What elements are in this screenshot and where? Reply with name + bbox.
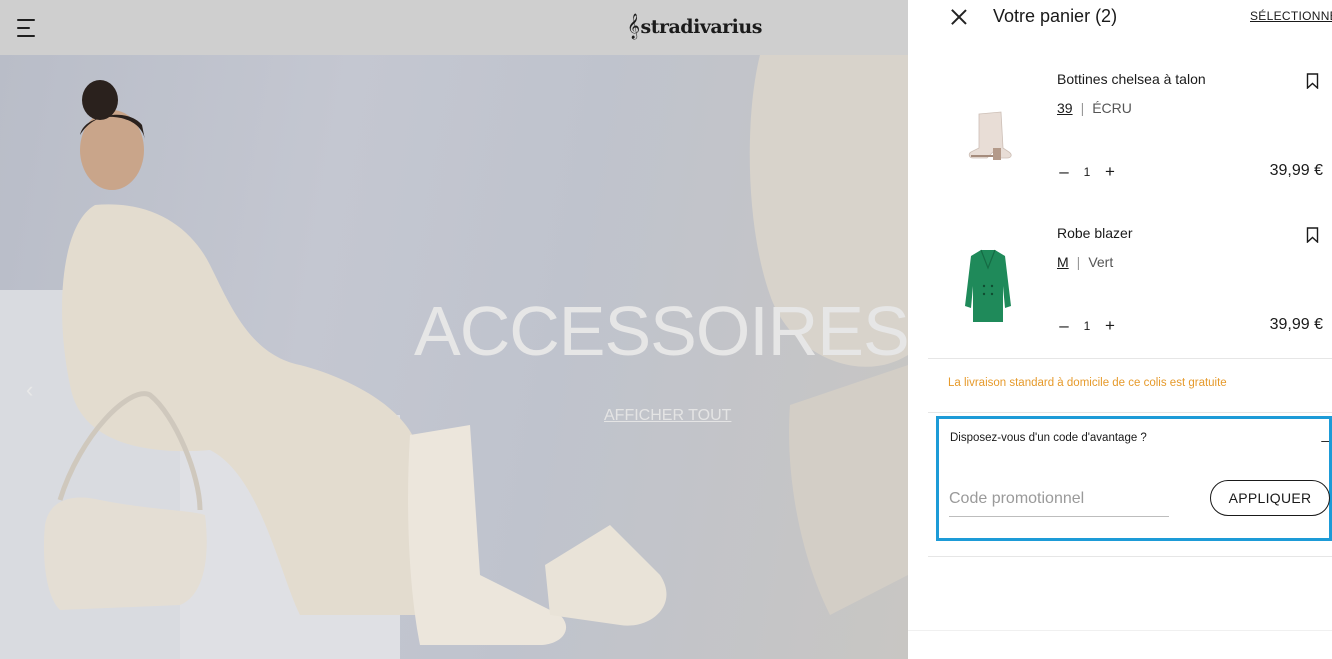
increase-quantity-button[interactable]: + xyxy=(1103,162,1117,182)
cart-item: Bottines chelsea à talon 39 | ÉCRU – 1 + 3… xyxy=(908,62,1332,202)
divider xyxy=(928,412,1332,413)
bookmark-icon[interactable] xyxy=(1306,73,1319,89)
promo-question: Disposez-vous d'un code d'avantage ? xyxy=(950,432,1147,444)
quantity-stepper: – 1 + xyxy=(1057,162,1117,182)
close-icon[interactable] xyxy=(949,7,969,27)
promo-code-section: Disposez-vous d'un code d'avantage ? – A… xyxy=(936,416,1332,541)
drawer-footer xyxy=(908,630,1332,659)
quantity-value: 1 xyxy=(1083,319,1091,333)
item-price: 39,99 € xyxy=(1269,316,1323,333)
apply-button[interactable]: APPLIQUER xyxy=(1210,480,1330,516)
brand-logo[interactable]: 𝄞stradivarius xyxy=(627,14,762,39)
hero-banner: ‹ ACCESSOIRES AFFICHER TOUT xyxy=(0,55,908,659)
cart-item: Robe blazer M | Vert – 1 + 39,99 € xyxy=(908,216,1332,356)
decrease-quantity-button[interactable]: – xyxy=(1057,316,1071,336)
item-size[interactable]: 39 xyxy=(1057,100,1073,116)
item-attributes: M | Vert xyxy=(1057,254,1114,270)
collapse-icon[interactable]: – xyxy=(1321,432,1329,448)
item-attributes: 39 | ÉCRU xyxy=(1057,100,1132,116)
item-name[interactable]: Robe blazer xyxy=(1057,225,1133,241)
header-bar: 𝄞stradivarius xyxy=(0,0,908,55)
cart-drawer: Votre panier (2) SÉLECTIONNER Bottines c… xyxy=(908,0,1332,659)
hero-title: ACCESSOIRES xyxy=(414,292,908,370)
quantity-value: 1 xyxy=(1083,165,1091,179)
shipping-notice: La livraison standard à domicile de ce c… xyxy=(948,377,1227,389)
increase-quantity-button[interactable]: + xyxy=(1103,316,1117,336)
divider xyxy=(928,358,1332,359)
view-all-link[interactable]: AFFICHER TOUT xyxy=(604,407,731,425)
item-price: 39,99 € xyxy=(1269,162,1323,179)
chevron-left-icon[interactable]: ‹ xyxy=(26,377,33,403)
divider xyxy=(928,556,1332,557)
item-name[interactable]: Bottines chelsea à talon xyxy=(1057,71,1206,87)
storefront-page: 𝄞stradivarius ‹ ACCESSOIRES AFFICHER TOU… xyxy=(0,0,908,659)
menu-icon[interactable] xyxy=(17,17,37,39)
promo-code-input[interactable] xyxy=(949,481,1169,517)
boot-product-image[interactable] xyxy=(953,92,1023,172)
select-items-link[interactable]: SÉLECTIONNER xyxy=(1250,9,1332,23)
item-color: ÉCRU xyxy=(1092,100,1132,116)
decrease-quantity-button[interactable]: – xyxy=(1057,162,1071,182)
quantity-stepper: – 1 + xyxy=(1057,316,1117,336)
item-size[interactable]: M xyxy=(1057,254,1069,270)
bookmark-icon[interactable] xyxy=(1306,227,1319,243)
item-color: Vert xyxy=(1088,254,1114,270)
coat-product-image[interactable] xyxy=(953,246,1023,326)
cart-title: Votre panier (2) xyxy=(993,6,1118,26)
